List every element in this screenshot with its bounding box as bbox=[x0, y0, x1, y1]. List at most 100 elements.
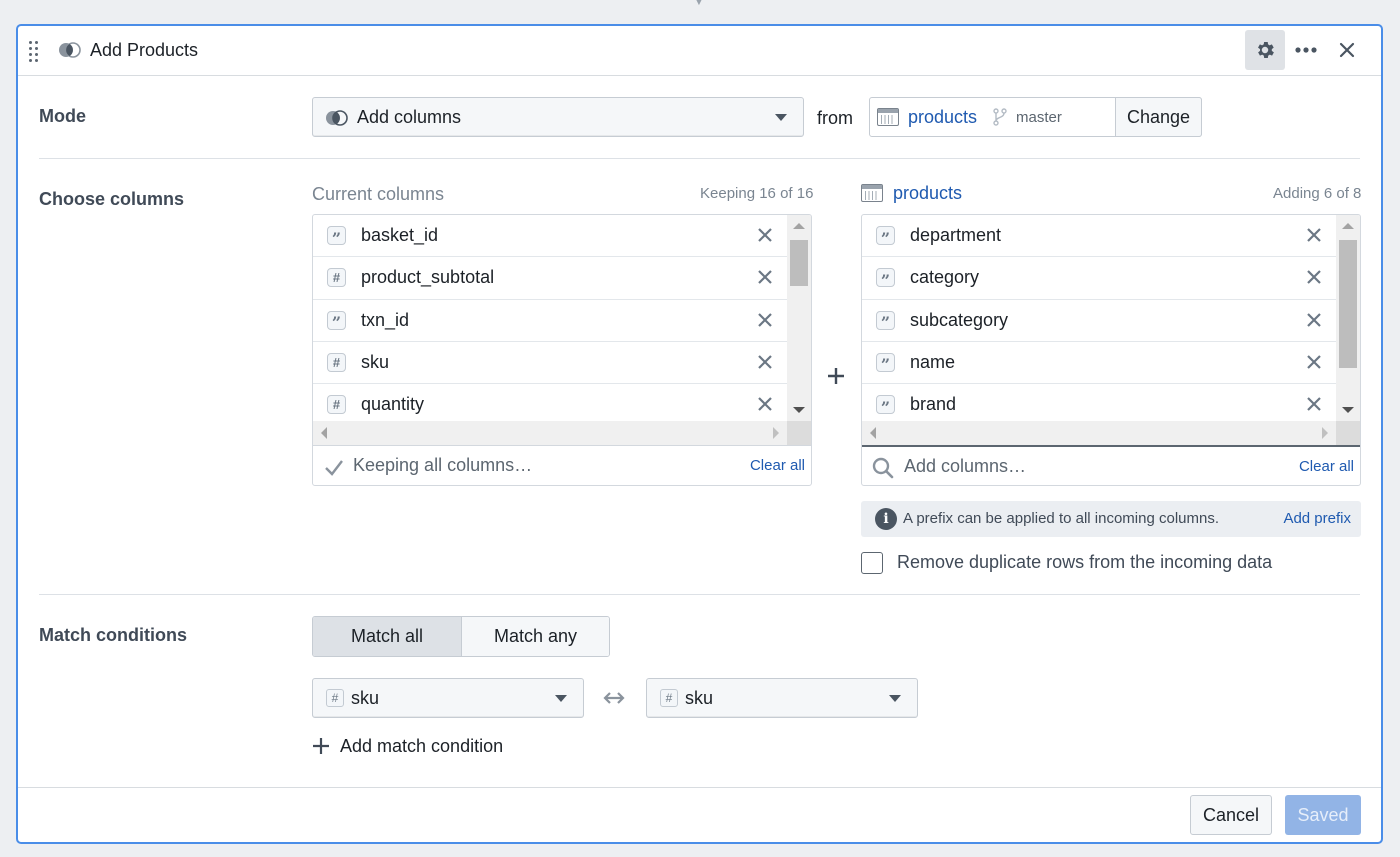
plus-icon bbox=[313, 738, 329, 754]
scroll-up-icon[interactable] bbox=[793, 223, 805, 229]
scroll-left-icon[interactable] bbox=[321, 427, 327, 439]
number-type-icon: # bbox=[660, 689, 678, 707]
column-name: quantity bbox=[361, 394, 425, 415]
incoming-dataset-link[interactable]: products bbox=[893, 183, 962, 204]
add-columns-input[interactable] bbox=[902, 451, 1282, 481]
scroll-down-icon[interactable] bbox=[1342, 407, 1354, 413]
settings-button[interactable] bbox=[1245, 30, 1285, 70]
scroll-right-icon[interactable] bbox=[773, 427, 779, 439]
prefix-callout-text: A prefix can be applied to all incoming … bbox=[903, 510, 1220, 527]
current-columns-heading: Current columns bbox=[312, 184, 445, 204]
add-match-condition-button[interactable]: Add match condition bbox=[312, 734, 503, 758]
source-dataset: products master Change bbox=[869, 97, 1202, 137]
scroll-left-icon[interactable] bbox=[870, 427, 876, 439]
remove-column-icon[interactable] bbox=[755, 352, 775, 372]
remove-column-icon[interactable] bbox=[1304, 225, 1324, 245]
horizontal-scrollbar[interactable] bbox=[313, 421, 787, 445]
match-any-button[interactable]: Match any bbox=[462, 617, 609, 656]
column-row[interactable]: ” category bbox=[862, 257, 1336, 300]
from-label: from bbox=[817, 108, 853, 128]
number-type-icon: # bbox=[326, 689, 344, 707]
bidirectional-arrow-icon bbox=[603, 692, 625, 704]
remove-duplicates-checkbox[interactable] bbox=[861, 552, 883, 574]
close-button[interactable] bbox=[1327, 30, 1367, 70]
section-divider bbox=[39, 594, 1360, 595]
match-all-button[interactable]: Match all bbox=[313, 617, 462, 656]
branch-icon bbox=[993, 108, 1007, 126]
current-columns-list: ” basket_id # product_subtotal ” txn_id # sku # q… bbox=[312, 214, 812, 486]
number-type-icon: # bbox=[327, 352, 346, 372]
incoming-columns-count: Adding 6 of 8 bbox=[1273, 185, 1362, 202]
remove-column-icon[interactable] bbox=[755, 267, 775, 287]
panel-header: Add Products bbox=[18, 26, 1381, 76]
gear-icon bbox=[1258, 42, 1274, 58]
prefix-callout: i A prefix can be applied to all incomin… bbox=[861, 501, 1361, 537]
column-name: department bbox=[910, 225, 1002, 246]
current-columns-count: Keeping 16 of 16 bbox=[700, 185, 814, 202]
column-row[interactable]: ” basket_id bbox=[313, 215, 787, 258]
source-dataset-link[interactable]: products bbox=[908, 107, 977, 128]
current-columns-footer: Keeping all columns… Clear all bbox=[313, 445, 811, 485]
scroll-right-icon[interactable] bbox=[1322, 427, 1328, 439]
more-options-button[interactable] bbox=[1286, 30, 1326, 70]
change-source-button[interactable]: Change bbox=[1115, 97, 1202, 137]
column-row[interactable]: ” name bbox=[862, 342, 1336, 385]
column-row[interactable]: ” brand bbox=[862, 384, 1336, 421]
remove-column-icon[interactable] bbox=[1304, 394, 1324, 414]
remove-column-icon[interactable] bbox=[755, 225, 775, 245]
add-prefix-link[interactable]: Add prefix bbox=[1283, 510, 1351, 527]
branch-name: master bbox=[1016, 109, 1062, 126]
match-mode-toggle: Match all Match any bbox=[312, 616, 610, 657]
drag-handle-icon[interactable] bbox=[29, 41, 39, 62]
incoming-clear-all-link[interactable]: Clear all bbox=[1299, 458, 1354, 475]
cancel-button[interactable]: Cancel bbox=[1190, 795, 1272, 835]
current-clear-all-link[interactable]: Clear all bbox=[750, 457, 805, 474]
more-icon bbox=[1295, 47, 1317, 53]
column-row[interactable]: ” department bbox=[862, 215, 1336, 258]
left-match-column-value: sku bbox=[351, 688, 380, 708]
scroll-corner bbox=[787, 421, 811, 445]
string-type-icon: ” bbox=[876, 226, 895, 246]
keeping-all-text: Keeping all columns… bbox=[353, 455, 533, 475]
remove-column-icon[interactable] bbox=[1304, 267, 1324, 287]
column-name: name bbox=[910, 352, 956, 373]
left-match-column-select[interactable]: # sku bbox=[312, 678, 584, 718]
vertical-scrollbar[interactable] bbox=[1336, 215, 1360, 421]
right-match-column-select[interactable]: # sku bbox=[646, 678, 918, 718]
number-type-icon: # bbox=[327, 395, 346, 415]
dataset-table-icon bbox=[877, 108, 899, 126]
column-name: subcategory bbox=[910, 309, 1009, 330]
column-row[interactable]: ” subcategory bbox=[862, 300, 1336, 342]
scroll-thumb[interactable] bbox=[790, 240, 808, 286]
scroll-up-icon[interactable] bbox=[1342, 223, 1354, 229]
column-row[interactable]: # quantity bbox=[313, 384, 787, 421]
close-icon bbox=[1339, 42, 1355, 58]
column-name: txn_id bbox=[361, 309, 410, 330]
column-row[interactable]: # sku bbox=[313, 342, 787, 385]
incoming-columns-rows: ” department ” category ” subcategory ” name ” br… bbox=[862, 215, 1336, 421]
saved-button[interactable]: Saved bbox=[1285, 795, 1361, 835]
mode-select[interactable]: Add columns bbox=[312, 97, 804, 137]
vertical-scrollbar[interactable] bbox=[787, 215, 811, 421]
string-type-icon: ” bbox=[876, 268, 895, 288]
plus-icon bbox=[828, 368, 844, 384]
right-match-column-value: sku bbox=[685, 688, 714, 708]
horizontal-scrollbar[interactable] bbox=[862, 421, 1336, 445]
remove-column-icon[interactable] bbox=[1304, 352, 1324, 372]
mode-select-value: Add columns bbox=[357, 107, 462, 127]
chevron-down-icon bbox=[775, 114, 787, 121]
column-row[interactable]: # product_subtotal bbox=[313, 257, 787, 300]
string-type-icon: ” bbox=[876, 395, 895, 415]
remove-column-icon[interactable] bbox=[755, 394, 775, 414]
remove-column-icon[interactable] bbox=[1304, 310, 1324, 330]
column-row[interactable]: ” txn_id bbox=[313, 300, 787, 342]
remove-column-icon[interactable] bbox=[755, 310, 775, 330]
remove-duplicates-label[interactable]: Remove duplicate rows from the incoming … bbox=[897, 552, 1272, 573]
incoming-columns-list: ” department ” category ” subcategory ” name ” br… bbox=[861, 214, 1361, 486]
chevron-down-icon bbox=[889, 695, 901, 702]
join-icon bbox=[326, 110, 348, 126]
string-type-icon: ” bbox=[876, 310, 895, 331]
scroll-thumb[interactable] bbox=[1339, 240, 1357, 368]
scroll-down-icon[interactable] bbox=[793, 407, 805, 413]
check-icon bbox=[325, 460, 343, 476]
